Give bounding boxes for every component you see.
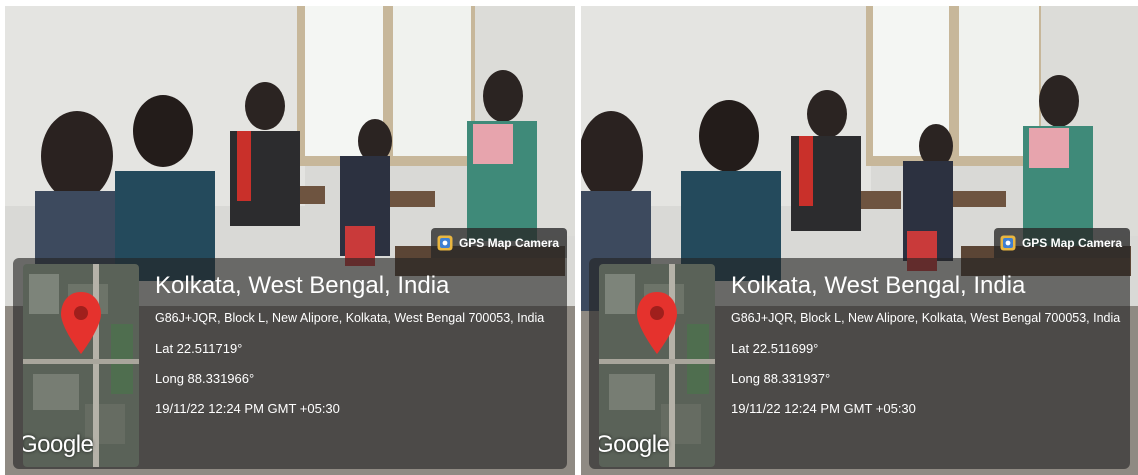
google-logo: Google (23, 431, 94, 458)
gps-map-camera-badge: GPS Map Camera (993, 228, 1130, 258)
google-logo: Google (599, 431, 670, 458)
gps-map-camera-badge: GPS Map Camera (430, 228, 567, 258)
location-title: Kolkata, West Bengal, India (731, 272, 1026, 299)
latitude: Lat 22.511699° (731, 341, 819, 356)
geotagged-photo-left: GPS Map Camera Google Kolkata, West Beng (5, 6, 575, 475)
gps-camera-icon (1000, 235, 1016, 251)
timestamp: 19/11/22 12:24 PM GMT +05:30 (731, 401, 916, 416)
location-info-panel: Google Kolkata, West Bengal, India G86J+… (13, 258, 567, 469)
longitude: Long 88.331966° (155, 371, 255, 386)
gps-camera-icon (437, 235, 453, 251)
location-details: Kolkata, West Bengal, India G86J+JQR, Bl… (731, 272, 1124, 417)
latitude: Lat 22.511719° (155, 341, 243, 356)
geotagged-photo-right: GPS Map Camera Google Kolkata, West Beng (581, 6, 1138, 475)
location-info-panel: Google Kolkata, West Bengal, India G86J+… (589, 258, 1130, 469)
satellite-map-thumbnail: Google (599, 264, 715, 467)
longitude: Long 88.331937° (731, 371, 831, 386)
location-title: Kolkata, West Bengal, India (155, 272, 450, 299)
badge-label: GPS Map Camera (458, 236, 559, 250)
badge-label: GPS Map Camera (1021, 236, 1122, 250)
satellite-map-thumbnail: Google (23, 264, 139, 467)
location-details: Kolkata, West Bengal, India G86J+JQR, Bl… (155, 272, 561, 417)
timestamp: 19/11/22 12:24 PM GMT +05:30 (155, 401, 340, 416)
full-address: G86J+JQR, Block L, New Alipore, Kolkata,… (155, 311, 545, 325)
full-address: G86J+JQR, Block L, New Alipore, Kolkata,… (731, 311, 1121, 325)
